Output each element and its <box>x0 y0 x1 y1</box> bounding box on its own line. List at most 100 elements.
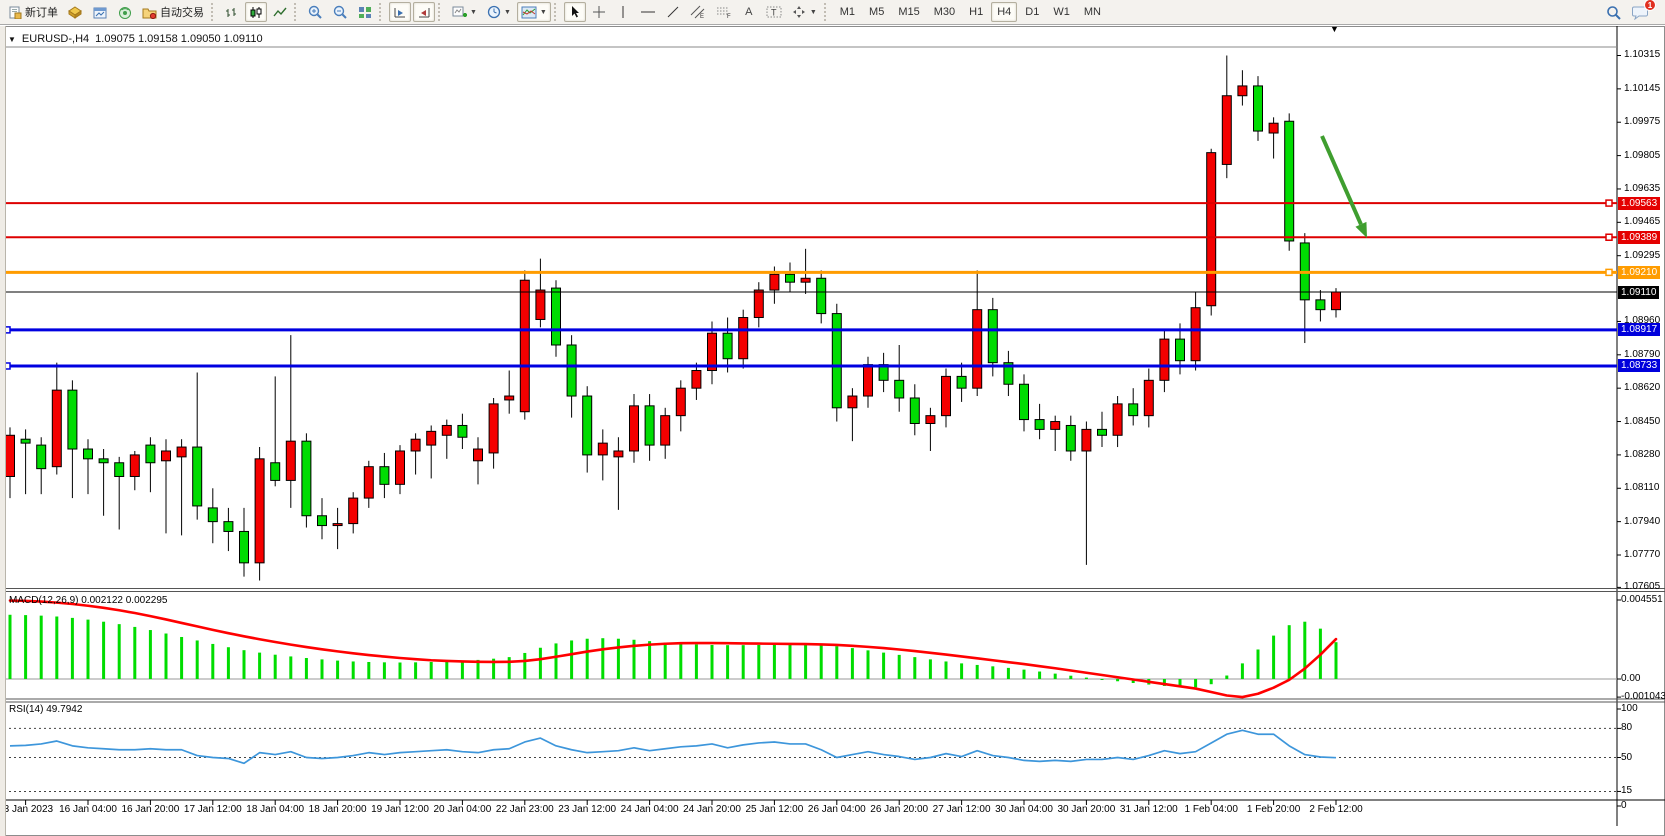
candle-body[interactable] <box>1066 425 1075 451</box>
candle-body[interactable] <box>910 398 919 424</box>
candle-body[interactable] <box>6 435 15 476</box>
gold-button[interactable] <box>64 2 87 22</box>
candle-body[interactable] <box>1051 422 1060 430</box>
candle-body[interactable] <box>52 390 61 467</box>
candle-body[interactable] <box>224 522 233 532</box>
candle-body[interactable] <box>817 278 826 313</box>
timeframe-button-h1[interactable]: H1 <box>963 2 989 22</box>
new-order-button[interactable]: 新订单 <box>5 2 62 22</box>
candle-body[interactable] <box>1222 96 1231 165</box>
line-handle[interactable] <box>1606 269 1612 275</box>
trend-arrow-annotation[interactable] <box>1322 136 1361 224</box>
profile-left-button[interactable] <box>389 2 411 22</box>
line-chart-button[interactable] <box>269 2 291 22</box>
chart-shift-marker[interactable]: ▼ <box>1330 24 1339 34</box>
candle-body[interactable] <box>1316 300 1325 310</box>
candle-body[interactable] <box>676 388 685 415</box>
vertical-line-button[interactable] <box>612 2 634 22</box>
candle-body[interactable] <box>427 431 436 445</box>
zoom-in-button[interactable] <box>304 2 327 22</box>
candle-body[interactable] <box>1113 404 1122 435</box>
timeframe-button-m30[interactable]: M30 <box>928 2 961 22</box>
candle-body[interactable] <box>302 441 311 516</box>
tile-windows-button[interactable] <box>354 2 376 22</box>
signals-button[interactable] <box>114 2 136 22</box>
candle-body[interactable] <box>957 376 966 388</box>
cursor-button[interactable] <box>564 2 586 22</box>
candle-body[interactable] <box>832 314 841 408</box>
candle-body[interactable] <box>84 449 93 459</box>
bar-chart-button[interactable] <box>221 2 243 22</box>
candle-body[interactable] <box>1129 404 1138 416</box>
candle-body[interactable] <box>1082 429 1091 451</box>
auto-trading-button[interactable]: 自动交易 <box>138 2 208 22</box>
candle-body[interactable] <box>786 274 795 282</box>
candle-body[interactable] <box>520 280 529 412</box>
channel-button[interactable]: E <box>686 2 710 22</box>
candle-body[interactable] <box>146 445 155 463</box>
candle-body[interactable] <box>645 406 654 445</box>
candle-body[interactable] <box>1269 123 1278 133</box>
line-handle[interactable] <box>1606 200 1612 206</box>
candle-body[interactable] <box>739 318 748 359</box>
candle-body[interactable] <box>37 445 46 469</box>
candle-body[interactable] <box>1332 292 1341 310</box>
candle-body[interactable] <box>380 467 389 485</box>
candle-body[interactable] <box>21 439 30 443</box>
candle-body[interactable] <box>973 310 982 389</box>
timeframe-button-m1[interactable]: M1 <box>834 2 861 22</box>
crosshair-button[interactable] <box>588 2 610 22</box>
candle-body[interactable] <box>489 404 498 453</box>
trendline-button[interactable] <box>662 2 684 22</box>
candle-body[interactable] <box>1285 121 1294 241</box>
candle-body[interactable] <box>567 345 576 396</box>
candle-body[interactable] <box>942 376 951 415</box>
market-watch-button[interactable] <box>89 2 112 22</box>
add-chart-button[interactable]: ▼ <box>448 2 481 22</box>
candle-body[interactable] <box>536 290 545 319</box>
candle-body[interactable] <box>1254 86 1263 131</box>
candle-body[interactable] <box>661 416 670 445</box>
candle-body[interactable] <box>162 451 171 461</box>
candle-body[interactable] <box>364 467 373 498</box>
candle-body[interactable] <box>208 508 217 522</box>
candle-body[interactable] <box>630 406 639 451</box>
search-button[interactable] <box>1602 2 1626 22</box>
profile-right-button[interactable] <box>413 2 435 22</box>
candle-body[interactable] <box>754 290 763 317</box>
period-button[interactable]: ▼ <box>483 2 515 22</box>
horizontal-line-button[interactable] <box>636 2 660 22</box>
candle-body[interactable] <box>1144 380 1153 415</box>
label-button[interactable]: T <box>762 2 786 22</box>
candle-body[interactable] <box>318 516 327 526</box>
chart-canvas[interactable] <box>0 0 1665 836</box>
candle-body[interactable] <box>1238 86 1247 96</box>
candle-body[interactable] <box>1191 308 1200 361</box>
fibonacci-button[interactable]: F <box>712 2 736 22</box>
candle-body[interactable] <box>255 459 264 563</box>
candle-body[interactable] <box>99 459 108 463</box>
candle-body[interactable] <box>614 451 623 457</box>
candle-body[interactable] <box>692 371 701 389</box>
candle-body[interactable] <box>1207 153 1216 306</box>
candle-body[interactable] <box>1160 339 1169 380</box>
line-handle[interactable] <box>1606 234 1612 240</box>
candle-body[interactable] <box>333 524 342 526</box>
candle-body[interactable] <box>396 451 405 484</box>
timeframe-button-m5[interactable]: M5 <box>863 2 890 22</box>
candlestick-chart-button[interactable] <box>245 2 267 22</box>
candle-body[interactable] <box>458 425 467 437</box>
zoom-out-button[interactable] <box>329 2 352 22</box>
candle-body[interactable] <box>115 463 124 477</box>
candle-body[interactable] <box>505 396 514 400</box>
candle-body[interactable] <box>1176 339 1185 361</box>
candle-body[interactable] <box>1020 384 1029 419</box>
candle-body[interactable] <box>770 274 779 290</box>
candle-body[interactable] <box>895 380 904 398</box>
candle-body[interactable] <box>552 288 561 345</box>
candle-body[interactable] <box>68 390 77 449</box>
candle-body[interactable] <box>848 396 857 408</box>
candle-body[interactable] <box>598 443 607 455</box>
candle-body[interactable] <box>349 498 358 524</box>
candle-body[interactable] <box>286 441 295 480</box>
